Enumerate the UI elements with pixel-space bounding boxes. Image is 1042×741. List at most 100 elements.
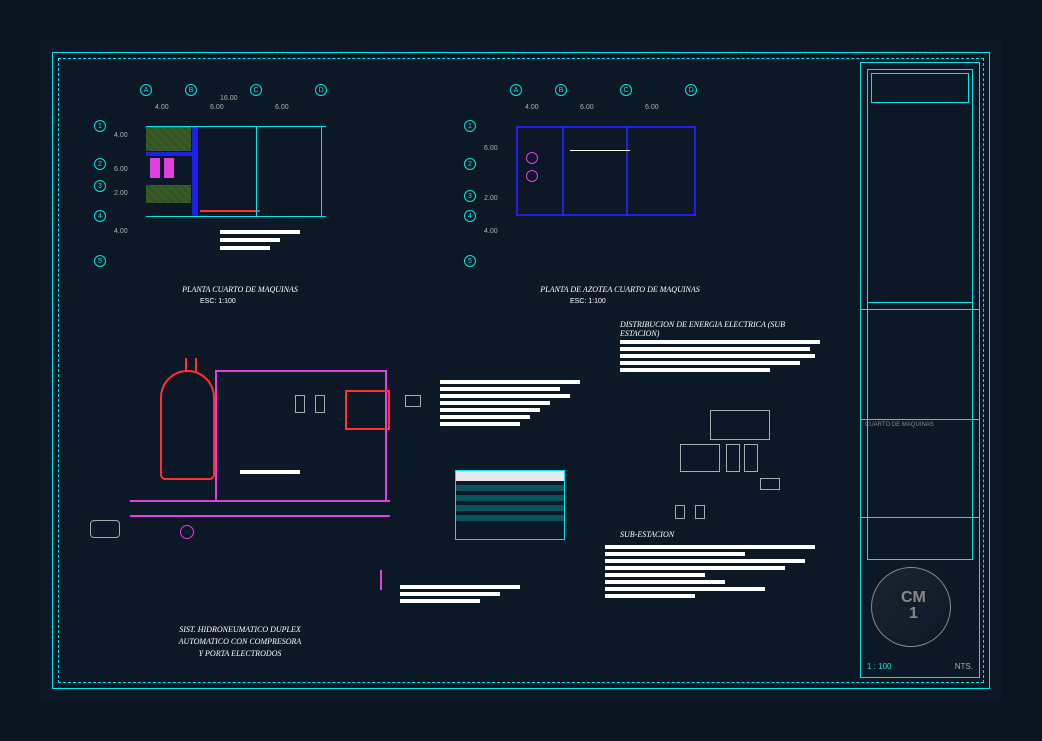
wall bbox=[516, 126, 696, 128]
note-line bbox=[620, 347, 810, 351]
notes-block-2 bbox=[400, 585, 530, 606]
tb-nts: NTS. bbox=[955, 662, 973, 671]
plan-2: A B C D 1 2 3 4 5 4.00 6.00 6.00 6.00 2.… bbox=[470, 90, 710, 270]
note-line bbox=[440, 415, 530, 419]
note-line bbox=[220, 246, 270, 250]
pump bbox=[90, 520, 120, 538]
grid-row-5: 5 bbox=[464, 255, 476, 267]
plan1-scale: ESC: 1:100 bbox=[200, 298, 236, 305]
grid-col-D: D bbox=[315, 84, 327, 96]
dim: 6.00 bbox=[645, 104, 659, 111]
note-line bbox=[440, 408, 540, 412]
equipment-box bbox=[345, 390, 390, 430]
grid-row-4: 4 bbox=[464, 210, 476, 222]
panel-box bbox=[744, 444, 758, 472]
note-line bbox=[400, 592, 500, 596]
dim: 6.00 bbox=[210, 104, 224, 111]
grid-col-C: C bbox=[250, 84, 262, 96]
electrical-panel bbox=[660, 410, 780, 490]
tank bbox=[160, 370, 215, 480]
grid-col-C: C bbox=[620, 84, 632, 96]
wall bbox=[562, 126, 564, 216]
gridline bbox=[146, 126, 326, 127]
panel-box bbox=[726, 444, 740, 472]
grid-row-1: 1 bbox=[464, 120, 476, 132]
switch-symbol bbox=[695, 505, 705, 519]
dim: 4.00 bbox=[484, 228, 498, 235]
valve bbox=[295, 395, 305, 413]
pump-circle bbox=[180, 525, 194, 539]
note-line bbox=[620, 368, 770, 372]
wall bbox=[626, 126, 628, 216]
note-line bbox=[605, 566, 785, 570]
grid-col-B: B bbox=[185, 84, 197, 96]
note-line bbox=[440, 422, 520, 426]
substation-notes bbox=[605, 545, 825, 601]
hatched-area bbox=[146, 185, 191, 203]
grid-row-5: 5 bbox=[94, 255, 106, 267]
plan-1: A B C D 1 2 3 4 5 4.00 6.00 6.00 16.00 4… bbox=[100, 90, 340, 270]
dim: 4.00 bbox=[114, 228, 128, 235]
transformer bbox=[760, 478, 780, 490]
titleblock: CUARTO DE MAQUINAS CM1 1 : 100 NTS. bbox=[860, 62, 980, 678]
ground-symbol bbox=[380, 570, 382, 590]
plan1-title: PLANTA CUARTO DE MAQUINAS bbox=[150, 285, 330, 294]
wall bbox=[192, 126, 198, 216]
panel-box bbox=[680, 444, 720, 472]
notes-block-1 bbox=[440, 380, 590, 429]
gridline bbox=[321, 126, 322, 216]
grid-row-3: 3 bbox=[94, 180, 106, 192]
grid-col-D: D bbox=[685, 84, 697, 96]
pipe bbox=[195, 358, 197, 372]
note-line bbox=[400, 599, 480, 603]
wall bbox=[146, 152, 196, 156]
note-line bbox=[605, 559, 805, 563]
grid-row-4: 4 bbox=[94, 210, 106, 222]
system-title-1: SIST. HIDRONEUMATICO DUPLEX bbox=[140, 625, 340, 634]
note-line bbox=[440, 401, 550, 405]
plan2-scale: ESC: 1:100 bbox=[570, 298, 606, 305]
distribution-title: DISTRIBUCION DE ENERGIA ELECTRICA (SUB E… bbox=[620, 320, 820, 338]
note-line bbox=[605, 573, 705, 577]
note-line bbox=[440, 394, 570, 398]
pipe bbox=[200, 210, 260, 212]
sheet-code: CM1 bbox=[901, 590, 926, 622]
pipe bbox=[215, 370, 385, 372]
sheet-code-text: CM1 bbox=[901, 590, 926, 622]
note-line bbox=[605, 587, 765, 591]
system-title-2: AUTOMATICO CON COMPRESORA bbox=[140, 637, 340, 646]
cad-canvas[interactable]: A B C D 1 2 3 4 5 4.00 6.00 6.00 16.00 4… bbox=[40, 40, 1002, 701]
dim: 6.00 bbox=[580, 104, 594, 111]
note-line bbox=[620, 361, 800, 365]
note-line bbox=[605, 580, 725, 584]
grid-col-A: A bbox=[140, 84, 152, 96]
grid-row-2: 2 bbox=[94, 158, 106, 170]
wall bbox=[516, 126, 518, 216]
circle-symbol bbox=[526, 170, 538, 182]
valve bbox=[315, 395, 325, 413]
note-line bbox=[620, 354, 815, 358]
note-line bbox=[440, 387, 560, 391]
plan2-title: PLANTA DE AZOTEA CUARTO DE MAQUINAS bbox=[510, 285, 730, 294]
tb-panel-info bbox=[861, 309, 979, 420]
system-title-3: Y PORTA ELECTRODOS bbox=[140, 649, 340, 658]
note-line bbox=[440, 380, 580, 384]
note-line bbox=[220, 238, 280, 242]
tb-sheet-label: CUARTO DE MAQUINAS bbox=[865, 422, 934, 428]
dim: 4.00 bbox=[525, 104, 539, 111]
grid-col-A: A bbox=[510, 84, 522, 96]
dim: 6.00 bbox=[275, 104, 289, 111]
pipe bbox=[215, 370, 217, 500]
note-line bbox=[605, 552, 745, 556]
wall bbox=[694, 126, 696, 216]
dim: 4.00 bbox=[114, 132, 128, 139]
gridline bbox=[256, 126, 257, 216]
hatched-area bbox=[146, 126, 191, 151]
switch-symbol bbox=[675, 505, 685, 519]
note-line bbox=[240, 470, 300, 474]
gridline bbox=[570, 150, 630, 151]
grid-row-3: 3 bbox=[464, 190, 476, 202]
note-line bbox=[220, 230, 300, 234]
pipe bbox=[130, 515, 390, 517]
schedule-table bbox=[455, 470, 565, 540]
